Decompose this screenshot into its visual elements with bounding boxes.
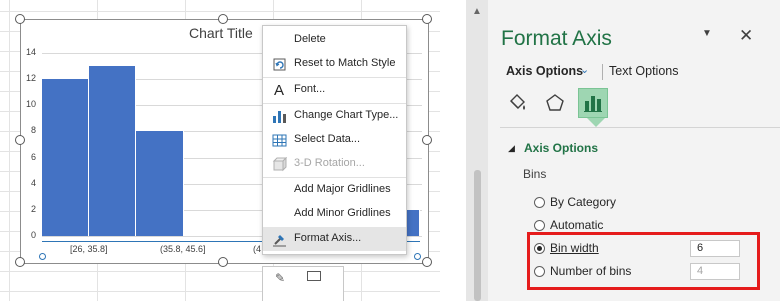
y-axis-tick-label: 2 xyxy=(30,203,36,214)
y-axis-tick-label: 14 xyxy=(25,47,36,57)
pane-scrollbar[interactable]: ▲ xyxy=(466,0,488,301)
menu-item-add-major-gridlines[interactable]: Add Major Gridlines xyxy=(263,178,406,202)
menu-item-add-minor-gridlines[interactable]: Add Minor Gridlines xyxy=(263,202,406,226)
histogram-bar[interactable] xyxy=(89,66,137,236)
sheet-gridline xyxy=(0,291,440,292)
menu-item-format-axis[interactable]: Format Axis... xyxy=(263,227,406,251)
pane-options-icon[interactable]: ▼ xyxy=(702,28,712,39)
x-axis-label: (35.8, 45.6] xyxy=(160,244,206,254)
pane-title: Format Axis xyxy=(501,27,612,50)
select-data-icon xyxy=(271,132,287,148)
tab-text-options[interactable]: Text Options xyxy=(609,64,678,78)
pane-gap xyxy=(440,0,466,301)
y-axis-tick-label: 4 xyxy=(30,177,36,188)
close-icon[interactable]: ✕ xyxy=(739,26,753,46)
menu-item-label: Select Data... xyxy=(294,133,361,145)
resize-handle[interactable] xyxy=(15,257,25,267)
format-axis-icon xyxy=(271,231,287,247)
fill-line-button[interactable] xyxy=(502,88,532,118)
bar-chart-icon xyxy=(584,96,602,112)
radio-label: By Category xyxy=(550,195,617,209)
menu-item-label: Reset to Match Style xyxy=(294,57,396,69)
resize-handle[interactable] xyxy=(15,14,25,24)
selected-tab-pointer xyxy=(587,118,605,127)
paint-bucket-icon xyxy=(510,94,525,110)
y-axis-tick-label: 0 xyxy=(30,230,36,240)
menu-item-reset-style[interactable]: Reset to Match Style xyxy=(263,52,406,76)
menu-item-label: 3-D Rotation... xyxy=(294,157,365,169)
highlight-box xyxy=(527,232,760,290)
outline-icon[interactable] xyxy=(307,271,321,281)
resize-handle[interactable] xyxy=(218,257,228,267)
scroll-up-icon[interactable]: ▲ xyxy=(472,6,482,17)
radio-label: Automatic xyxy=(550,218,604,232)
scroll-thumb[interactable] xyxy=(474,170,481,301)
menu-item-label: Change Chart Type... xyxy=(294,109,399,121)
radio-button[interactable] xyxy=(534,197,545,208)
x-axis-label: (4 xyxy=(253,244,262,254)
bins-label: Bins xyxy=(523,167,547,181)
reset-style-icon xyxy=(271,56,287,72)
histogram-bar[interactable] xyxy=(42,79,90,236)
menu-item-3d-rotation: 3-D Rotation... xyxy=(263,152,406,176)
chart-type-icon xyxy=(271,108,287,124)
collapse-triangle-icon[interactable]: ◢ xyxy=(508,143,515,154)
sheet-gridline xyxy=(0,11,440,12)
tab-axis-options[interactable]: Axis Options xyxy=(506,64,583,78)
menu-item-label: Format Axis... xyxy=(294,232,362,244)
y-axis-tick-label: 10 xyxy=(25,99,36,110)
resize-handle[interactable] xyxy=(422,14,432,24)
section-axis-options[interactable]: Axis Options xyxy=(524,141,598,155)
menu-item-label: Add Major Gridlines xyxy=(294,183,391,195)
pane-divider xyxy=(500,127,780,128)
context-menu: Delete Reset to Match Style A Font... Ch… xyxy=(262,25,407,255)
menu-item-delete[interactable]: Delete xyxy=(263,28,406,52)
fill-icon[interactable]: ✎ xyxy=(275,271,285,285)
axis-selection-handle[interactable] xyxy=(414,253,421,260)
pentagon-icon xyxy=(546,94,564,111)
menu-item-label: Add Minor Gridlines xyxy=(294,207,391,219)
menu-item-font[interactable]: A Font... xyxy=(263,78,406,102)
x-axis-label: [26, 35.8] xyxy=(70,244,108,254)
resize-handle[interactable] xyxy=(218,14,228,24)
rotation-3d-icon xyxy=(271,156,287,172)
menu-item-change-chart-type[interactable]: Change Chart Type... xyxy=(263,104,406,128)
chart-title[interactable]: Chart Title xyxy=(189,25,253,41)
tab-separator xyxy=(602,64,603,80)
menu-item-select-data[interactable]: Select Data... xyxy=(263,128,406,152)
resize-handle[interactable] xyxy=(422,135,432,145)
resize-handle[interactable] xyxy=(422,257,432,267)
mini-toolbar: ✎ xyxy=(262,266,344,301)
effects-button[interactable] xyxy=(540,88,570,118)
menu-item-label: Font... xyxy=(294,83,326,95)
chevron-down-icon[interactable]: ⌄ xyxy=(580,63,589,76)
axis-selection-handle[interactable] xyxy=(39,253,46,260)
sheet-gridline xyxy=(0,271,440,272)
y-axis-tick-label: 6 xyxy=(30,151,36,162)
font-icon: A xyxy=(273,81,284,99)
histogram-bar[interactable] xyxy=(136,131,184,236)
menu-item-label: Delete xyxy=(294,33,326,45)
radio-button[interactable] xyxy=(534,220,545,231)
y-axis-tick-label: 12 xyxy=(25,73,36,84)
worksheet-area: Chart Title 14 12 10 8 6 4 2 0 [26, 35.8] (35.8… xyxy=(0,0,440,301)
axis-options-button[interactable] xyxy=(578,88,608,118)
resize-handle[interactable] xyxy=(15,135,25,145)
y-axis-tick-label: 8 xyxy=(30,125,36,136)
